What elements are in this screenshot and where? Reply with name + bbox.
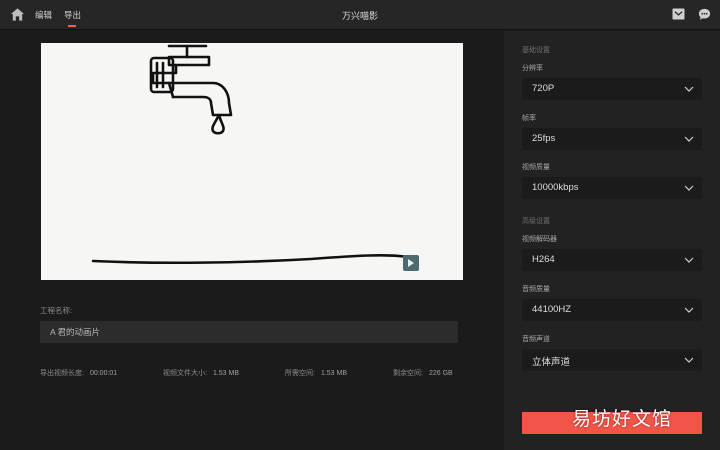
resolution-select[interactable]: 720P: [522, 78, 702, 100]
framerate-label: 帧率: [522, 115, 536, 122]
inbox-icon[interactable]: [672, 8, 685, 20]
faucet-drawing: [91, 44, 415, 265]
framerate-select[interactable]: 25fps: [522, 128, 702, 150]
video-codec-select[interactable]: H264: [522, 249, 702, 271]
top-bar: 编辑 导出 万兴喵影: [0, 0, 720, 30]
chat-icon[interactable]: [698, 8, 711, 21]
audio-channel-select[interactable]: 立体声道: [522, 349, 702, 371]
chevron-down-icon: [684, 136, 694, 142]
video-quality-label: 视频质量: [522, 164, 550, 171]
project-name-input[interactable]: [40, 321, 458, 343]
select-value: 25fps: [532, 133, 556, 144]
tab-export[interactable]: 导出: [64, 9, 81, 21]
chevron-down-icon: [684, 307, 694, 313]
tab-edit[interactable]: 编辑: [35, 9, 52, 21]
chevron-down-icon: [684, 86, 694, 92]
chevron-down-icon: [684, 357, 694, 363]
stat-value: 1.53 MB: [320, 370, 348, 377]
stat-label: 导出视频长度:: [40, 370, 84, 377]
chevron-down-icon: [684, 185, 694, 191]
app-title: 万兴喵影: [341, 11, 378, 21]
stat-value: 226 GB: [428, 370, 453, 377]
watermark-text: 易坊好文馆: [572, 408, 673, 430]
stat-label: 所需空间:: [285, 370, 315, 377]
audio-channel-label: 音频声道: [522, 336, 550, 343]
advanced-settings-title: 高级设置: [522, 218, 550, 225]
home-icon[interactable]: [10, 7, 25, 22]
video-quality-select[interactable]: 10000kbps: [522, 177, 702, 199]
select-value: 720P: [532, 83, 555, 94]
video-preview[interactable]: [41, 43, 463, 280]
audio-quality-label: 音频质量: [522, 286, 550, 293]
select-value: 44100HZ: [532, 304, 572, 315]
select-value: 立体声道: [532, 357, 571, 368]
stat-value: 1.53 MB: [212, 370, 240, 377]
select-value: H264: [532, 254, 555, 265]
export-settings-panel: 基础设置 分辨率 720P 帧率 25fps 视频质量 10000kbps 高级…: [504, 31, 720, 450]
stat-label: 视频文件大小:: [163, 370, 207, 377]
basic-settings-title: 基础设置: [522, 47, 550, 54]
select-value: 10000kbps: [532, 182, 579, 193]
resolution-label: 分辨率: [522, 65, 543, 72]
app-badge-icon: [403, 255, 419, 271]
export-duration: 导出视频长度: 00:00:01: [40, 368, 117, 378]
stat-value: 00:00:01: [89, 370, 118, 377]
audio-quality-select[interactable]: 44100HZ: [522, 299, 702, 321]
project-name-label: 工程名称:: [40, 306, 73, 315]
active-tab-indicator: [68, 25, 76, 27]
stat-label: 剩余空间:: [393, 370, 423, 377]
required-space: 所需空间: 1.53 MB: [285, 368, 347, 378]
file-size: 视频文件大小: 1.53 MB: [163, 368, 239, 378]
free-space: 剩余空间: 226 GB: [393, 368, 453, 378]
export-preview-panel: 工程名称: 导出视频长度: 00:00:01 视频文件大小: 1.53 MB 所需空…: [0, 31, 504, 450]
video-codec-label: 视频解码器: [522, 236, 557, 243]
chevron-down-icon: [684, 257, 694, 263]
